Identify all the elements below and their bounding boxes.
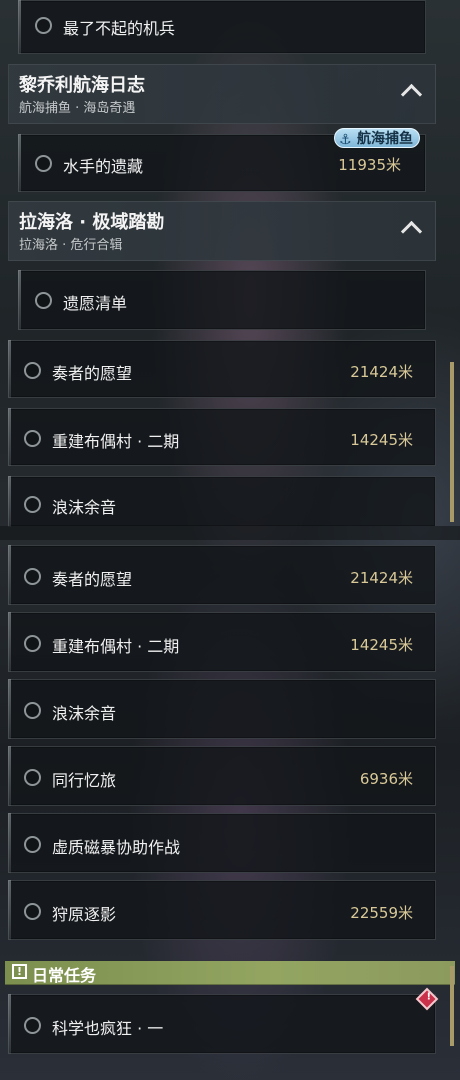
chevron-up-icon[interactable] [400, 83, 423, 106]
quest-status-circle [24, 496, 41, 513]
item-accent [18, 270, 21, 330]
quest-status-circle [24, 568, 41, 585]
quest-name: 奏者的愿望 [52, 570, 133, 589]
quest-item[interactable]: 奏者的愿望 21424米 [8, 545, 436, 605]
quest-item[interactable]: 重建布偶村 · 二期 14245米 [8, 612, 436, 672]
quest-status-circle [24, 1017, 41, 1034]
item-accent [8, 340, 11, 398]
quest-distance: 22559米 [350, 904, 413, 922]
quest-distance: 14245米 [350, 431, 413, 449]
quest-item[interactable]: 浪沫余音 [8, 476, 436, 527]
item-accent [8, 545, 11, 605]
quest-distance: 14245米 [350, 636, 413, 654]
item-accent [8, 476, 11, 527]
quest-distance: 21424米 [350, 363, 413, 381]
group-subtitle: 航海捕鱼 · 海岛奇遇 [19, 101, 136, 116]
item-accent [18, 134, 21, 192]
item-accent [8, 408, 11, 466]
quest-name: 浪沫余音 [52, 498, 117, 517]
quest-item[interactable]: 虚质磁暴协助作战 [8, 813, 436, 873]
quest-group-header[interactable]: 拉海洛 · 极域踏勘 拉海洛 · 危行合辑 [8, 201, 436, 261]
quest-item[interactable]: 最了不起的机兵 [18, 0, 426, 54]
quest-name: 浪沫余音 [52, 704, 117, 723]
item-accent [8, 994, 11, 1054]
item-accent [18, 0, 21, 54]
scrollbar-thumb[interactable] [450, 966, 454, 1046]
exclamation-icon: ! [12, 964, 27, 979]
section-label: 日常任务 [32, 966, 97, 985]
quest-item[interactable]: 狩原逐影 22559米 [8, 880, 436, 940]
quest-status-circle [24, 362, 41, 379]
item-accent [8, 813, 11, 873]
quest-name: 重建布偶村 · 二期 [52, 432, 180, 451]
panel-divider [0, 526, 460, 540]
item-accent [8, 880, 11, 940]
quest-distance: 6936米 [359, 770, 413, 788]
item-accent [8, 679, 11, 739]
item-accent [8, 612, 11, 672]
quest-status-circle [24, 430, 41, 447]
quest-group-header[interactable]: 黎乔利航海日志 航海捕鱼 · 海岛奇遇 [8, 64, 436, 124]
quest-name: 奏者的愿望 [52, 364, 133, 383]
quest-status-circle [35, 292, 52, 309]
quest-item[interactable]: 浪沫余音 [8, 679, 436, 739]
chevron-up-icon[interactable] [400, 220, 423, 243]
quest-status-circle [24, 836, 41, 853]
quest-status-circle [24, 635, 41, 652]
quest-item[interactable]: 科学也疯狂 · 一 [8, 994, 436, 1054]
quest-name: 最了不起的机兵 [63, 19, 176, 38]
scrollbar-thumb[interactable] [450, 362, 454, 522]
anchor-icon: ⚓ [339, 132, 352, 148]
group-title: 拉海洛 · 极域踏勘 [19, 212, 165, 233]
quest-item[interactable]: 同行忆旅 6936米 [8, 746, 436, 806]
quest-status-circle [35, 17, 52, 34]
quest-name: 狩原逐影 [52, 905, 117, 924]
quest-item[interactable]: 重建布偶村 · 二期 14245米 [8, 408, 436, 466]
quest-distance: 11935米 [338, 156, 401, 174]
quest-name: 虚质磁暴协助作战 [52, 838, 181, 857]
quest-name: 遗愿清单 [63, 294, 128, 313]
quest-distance: 21424米 [350, 569, 413, 587]
quest-status-circle [24, 702, 41, 719]
quest-item[interactable]: 遗愿清单 [18, 270, 426, 330]
quest-item[interactable]: 奏者的愿望 21424米 [8, 340, 436, 398]
quest-name: 水手的遗藏 [63, 157, 144, 176]
quest-status-circle [24, 769, 41, 786]
group-subtitle: 拉海洛 · 危行合辑 [19, 238, 123, 253]
quest-status-circle [35, 155, 52, 172]
group-title: 黎乔利航海日志 [19, 75, 145, 96]
quest-name: 科学也疯狂 · 一 [52, 1019, 164, 1038]
item-accent [8, 746, 11, 806]
quest-status-circle [24, 903, 41, 920]
quest-name: 重建布偶村 · 二期 [52, 637, 180, 656]
tag-label: 航海捕鱼 [357, 131, 413, 147]
fishing-tag: ⚓ 航海捕鱼 [334, 128, 420, 148]
quest-name: 同行忆旅 [52, 771, 117, 790]
daily-quest-section-header[interactable]: ! 日常任务 [5, 961, 455, 985]
